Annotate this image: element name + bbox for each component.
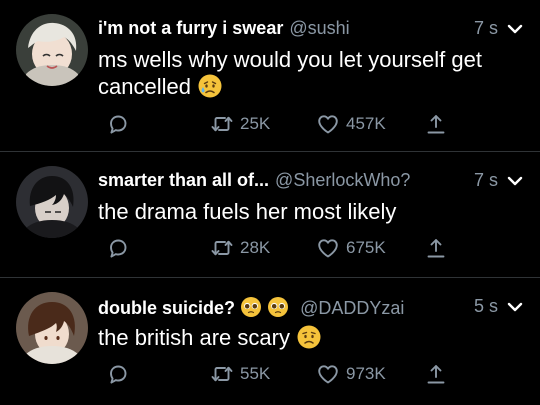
retweet-icon xyxy=(210,112,234,136)
separator xyxy=(0,277,540,278)
like-button[interactable]: 675K xyxy=(316,236,386,260)
timestamp: 5 s xyxy=(473,296,498,316)
reply-button[interactable] xyxy=(106,236,130,260)
retweet-count: 55K xyxy=(240,364,271,383)
tweet-text: the british are scary xyxy=(98,324,528,351)
sad-sweat-face-emoji xyxy=(198,74,222,98)
display-name[interactable]: double suicide? xyxy=(98,298,235,318)
display-name[interactable]: smarter than all of... xyxy=(98,170,269,190)
like-count: 973K xyxy=(346,364,386,383)
avatar[interactable] xyxy=(16,292,88,364)
reply-button[interactable] xyxy=(106,362,130,386)
tweet-text: ms wells why would you let yourself get … xyxy=(98,46,528,100)
pleading-face-emoji xyxy=(241,297,262,317)
reply-button[interactable] xyxy=(106,112,130,136)
retweet-button[interactable]: 55K xyxy=(210,362,270,386)
retweet-icon xyxy=(210,362,234,386)
retweet-button[interactable]: 28K xyxy=(210,236,270,260)
user-handle[interactable]: @SherlockWho? xyxy=(275,170,410,190)
share-button[interactable] xyxy=(424,112,448,136)
like-icon xyxy=(316,236,340,260)
like-icon xyxy=(316,112,340,136)
avatar[interactable] xyxy=(16,14,88,86)
action-bar: 55K 973K xyxy=(98,362,518,388)
retweet-count: 25K xyxy=(240,114,271,133)
chevron-down-icon[interactable] xyxy=(506,172,524,190)
tweet-text: the drama fuels her most likely xyxy=(98,198,528,225)
share-icon xyxy=(424,362,448,386)
avatar[interactable] xyxy=(16,166,88,238)
reply-icon xyxy=(106,236,130,260)
share-icon xyxy=(424,112,448,136)
tweet-text-line: the british are scary xyxy=(98,325,290,350)
user-handle[interactable]: @DADDYzai xyxy=(300,298,404,318)
retweet-button[interactable]: 25K xyxy=(210,112,270,136)
tweet-text-line: ms wells why would you let yourself get xyxy=(98,47,482,72)
like-count: 675K xyxy=(346,238,386,257)
like-button[interactable]: 457K xyxy=(316,112,386,136)
share-icon xyxy=(424,236,448,260)
share-button[interactable] xyxy=(424,236,448,260)
like-count: 457K xyxy=(346,114,386,133)
display-name[interactable]: i'm not a furry i swear xyxy=(98,18,283,38)
like-button[interactable]: 973K xyxy=(316,362,386,386)
share-button[interactable] xyxy=(424,362,448,386)
retweet-icon xyxy=(210,236,234,260)
pleading-face-emoji xyxy=(268,297,289,317)
reply-icon xyxy=(106,112,130,136)
worried-face-emoji xyxy=(297,325,321,349)
tweet-text-line: the drama fuels her most likely xyxy=(98,199,397,224)
timestamp: 7 s xyxy=(473,170,498,190)
retweet-count: 28K xyxy=(240,238,271,257)
separator xyxy=(0,151,540,152)
reply-icon xyxy=(106,362,130,386)
chevron-down-icon[interactable] xyxy=(506,20,524,38)
action-bar: 25K 457K xyxy=(98,112,518,138)
tweet-text-line: cancelled xyxy=(98,74,191,99)
timestamp: 7 s xyxy=(473,18,498,38)
like-icon xyxy=(316,362,340,386)
user-handle[interactable]: @sushi xyxy=(289,18,349,38)
chevron-down-icon[interactable] xyxy=(506,298,524,316)
action-bar: 28K 675K xyxy=(98,236,518,262)
